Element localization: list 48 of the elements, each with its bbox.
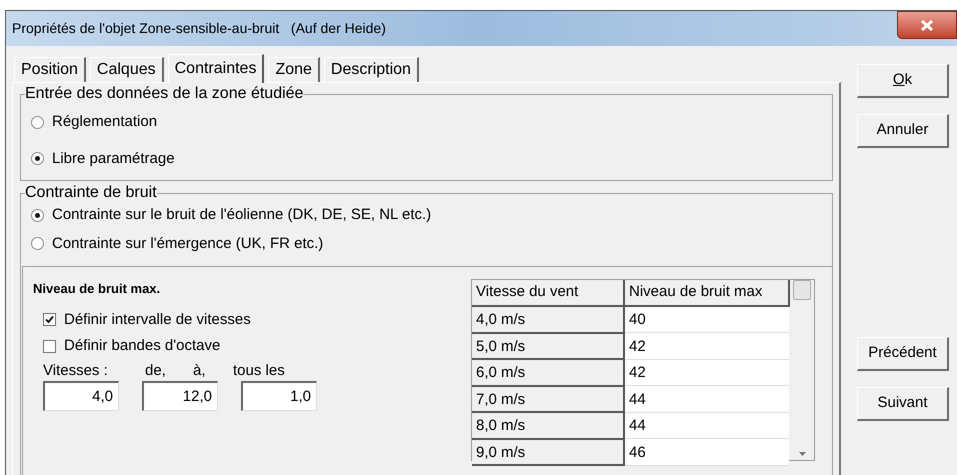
dialog-button[interactable]: Annuler — [857, 114, 949, 148]
tab[interactable]: Description — [324, 57, 419, 82]
checkbox-label: Définir bandes d'octave — [64, 336, 220, 356]
table-cell[interactable]: 44 — [624, 386, 789, 412]
number-field[interactable]: 1,0 — [241, 380, 317, 410]
tab[interactable]: Contraintes — [168, 54, 264, 83]
row-header: 7,0 m/s — [472, 386, 624, 412]
row-header: 5,0 m/s — [472, 332, 624, 359]
table-cell[interactable]: 44 — [624, 412, 789, 438]
radio-label: Contrainte sur l'émergence (UK, FR etc.) — [52, 234, 324, 254]
step-label: tous les — [233, 362, 285, 380]
row-header: 9,0 m/s — [472, 438, 624, 465]
from-label: de, — [145, 362, 167, 380]
row-header: 8,0 m/s — [472, 412, 624, 438]
tab[interactable]: Position — [14, 57, 86, 82]
row-header: 6,0 m/s — [472, 359, 624, 386]
radio-button[interactable] — [31, 237, 44, 250]
scroll-down-icon[interactable] — [798, 452, 806, 456]
radio-button[interactable] — [31, 208, 44, 222]
radio-button[interactable] — [31, 116, 44, 129]
scroll-thumb[interactable] — [793, 280, 811, 300]
dialog-button[interactable]: Précédent — [857, 337, 949, 371]
dialog-button[interactable]: Suivant — [857, 387, 949, 421]
row-header: 4,0 m/s — [472, 306, 624, 332]
radio-button[interactable] — [31, 152, 44, 166]
column-header: Vitesse du vent — [472, 280, 624, 306]
speeds-label: Vitesses : — [43, 362, 109, 380]
radio-label: Réglementation — [52, 112, 158, 132]
window-title: Propriétés de l'objet Zone-sensible-au-bruit (Auf der Heide) — [12, 19, 386, 38]
checkbox-label: Définir intervalle de vitesses — [64, 310, 251, 330]
table-cell[interactable]: 46 — [624, 438, 789, 465]
table-cell[interactable]: 42 — [624, 359, 789, 386]
section-title: Niveau de bruit max. — [33, 280, 162, 298]
checkbox[interactable] — [43, 313, 56, 326]
table-cell[interactable]: 40 — [624, 306, 789, 332]
table-cell[interactable]: 42 — [624, 332, 789, 359]
close-button[interactable] — [897, 11, 957, 39]
to-label: à, — [193, 362, 207, 380]
radio-label: Contrainte sur le bruit de l'éolienne (DK, DE, SE, NL etc.) — [52, 205, 432, 225]
number-field[interactable]: 4,0 — [43, 380, 119, 410]
number-field[interactable]: 12,0 — [142, 380, 218, 410]
tab[interactable]: Zone — [268, 57, 320, 82]
tab[interactable]: Calques — [90, 57, 164, 82]
column-header: Niveau de bruit max — [624, 280, 789, 306]
checkbox[interactable] — [43, 340, 56, 353]
dialog-button[interactable]: Ok — [857, 64, 949, 98]
close-icon — [921, 20, 933, 30]
radio-label: Libre paramétrage — [52, 148, 175, 168]
